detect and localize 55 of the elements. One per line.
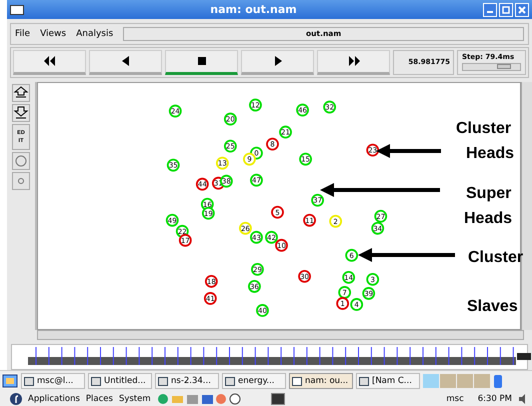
- window-icon: [91, 376, 101, 386]
- arrow: [376, 144, 441, 158]
- rewind-icon: [42, 56, 56, 66]
- annotation-label: Cluster: [456, 120, 512, 137]
- slider-thumb[interactable]: [497, 64, 512, 69]
- zoom-in-icon[interactable]: [12, 84, 30, 102]
- annotation-label: Heads: [464, 210, 512, 227]
- circle-tool-icon[interactable]: [12, 152, 30, 170]
- menu-item[interactable]: Views: [40, 28, 66, 39]
- trash-icon[interactable]: [493, 373, 503, 389]
- workspace-switcher[interactable]: [423, 374, 490, 388]
- stop-button[interactable]: [165, 50, 238, 75]
- annotation-label: Super: [466, 184, 512, 202]
- close-button[interactable]: [515, 2, 529, 17]
- annotation-label: Cluster: [468, 248, 524, 266]
- small-circle-tool-icon[interactable]: [12, 172, 30, 190]
- volume-icon[interactable]: [518, 393, 528, 405]
- panel-menu[interactable]: Places: [86, 394, 113, 404]
- taskbar-button[interactable]: ns-2.34...: [155, 373, 219, 389]
- zoom-out-icon[interactable]: [12, 104, 30, 122]
- window-icon: [225, 376, 235, 386]
- maximize-icon: [502, 6, 510, 14]
- panel-menu[interactable]: System: [118, 394, 151, 404]
- terminal-icon[interactable]: [270, 393, 285, 405]
- clock[interactable]: 6:30 PM: [478, 394, 512, 404]
- rewind-button[interactable]: [13, 50, 86, 75]
- fedora-logo-icon[interactable]: [10, 393, 22, 405]
- launcher-icons-drawing[interactable]: [156, 393, 241, 405]
- taskbar-button[interactable]: nam: ou...: [289, 373, 353, 389]
- window-icon: [158, 376, 168, 386]
- window-icon: [24, 376, 34, 386]
- taskbar-button[interactable]: [Nam C...: [356, 373, 420, 389]
- step-slider[interactable]: [462, 62, 521, 71]
- taskbar-button[interactable]: energy...: [222, 373, 286, 389]
- panel-menu[interactable]: Applications: [28, 394, 80, 404]
- forward-button[interactable]: [317, 50, 390, 75]
- taskbar-button[interactable]: Untitled...: [88, 373, 152, 389]
- close-icon: [518, 6, 526, 14]
- maximize-button[interactable]: [499, 2, 513, 17]
- forward-icon: [346, 56, 360, 66]
- menu-item[interactable]: File: [15, 28, 30, 39]
- menu-item[interactable]: Analysis: [76, 28, 114, 39]
- show-desktop-icon[interactable]: [2, 374, 18, 388]
- minimize-button[interactable]: [483, 2, 497, 17]
- annotation-label: Slaves: [467, 298, 518, 315]
- vertical-scrollbar[interactable]: [521, 82, 532, 330]
- user-name: msc: [446, 394, 464, 404]
- annotation-label: Heads: [466, 144, 514, 162]
- taskbar-button[interactable]: msc@l...: [21, 373, 85, 389]
- window-icon: [359, 376, 369, 386]
- window-title: nam: out.nam: [209, 3, 298, 16]
- minimize-icon: [487, 11, 493, 14]
- horizontal-scrollbar[interactable]: [37, 330, 524, 340]
- window-icon: [10, 4, 24, 15]
- window-icon: [292, 376, 302, 386]
